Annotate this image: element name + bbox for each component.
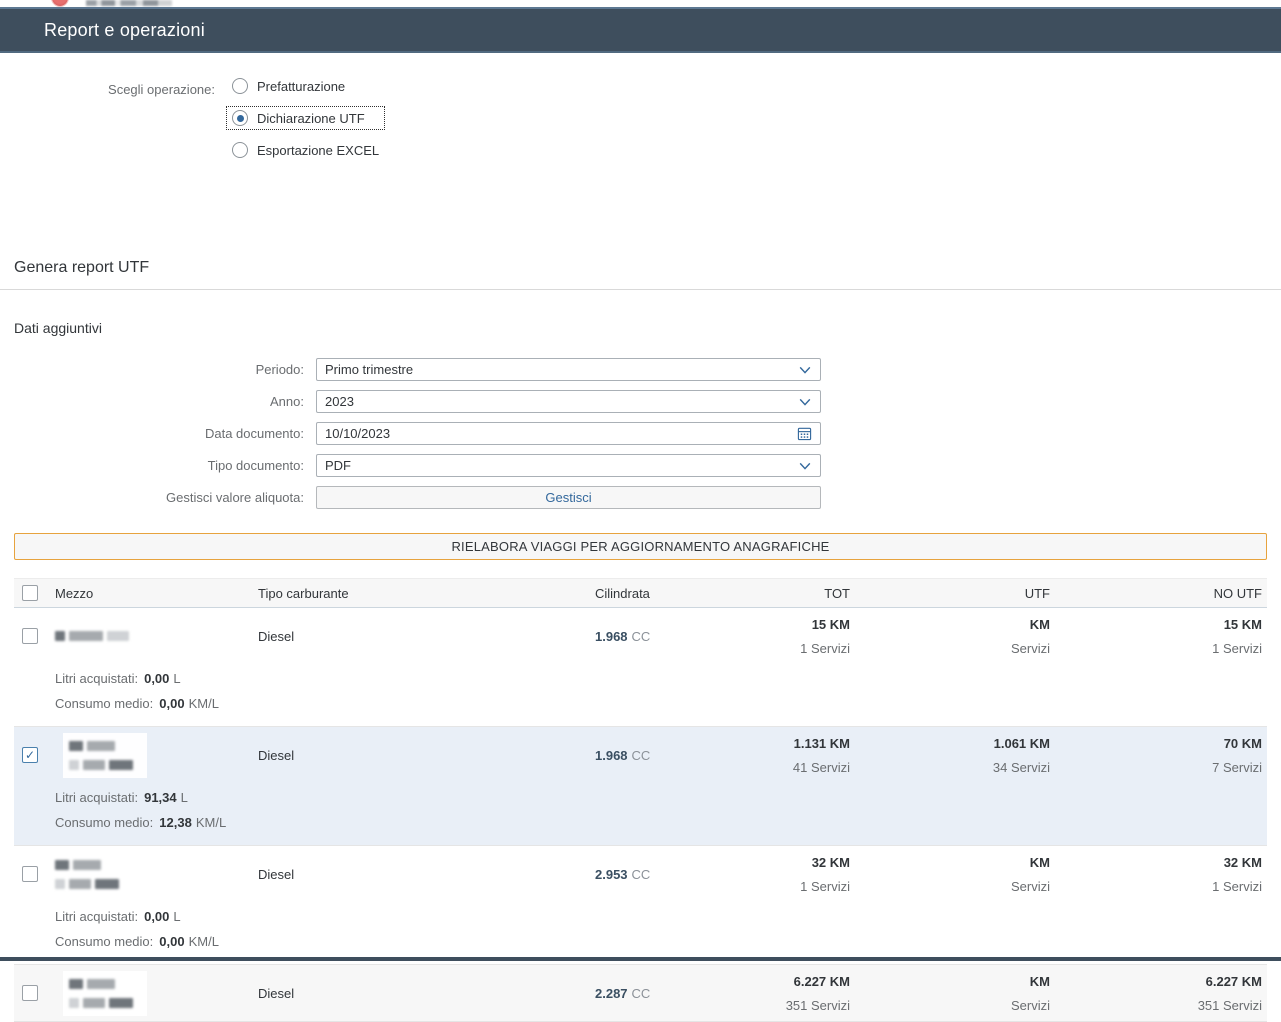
col-header-cilindrata: Cilindrata (595, 586, 675, 601)
utf-cell: KMServizi (855, 612, 1055, 661)
chevron-down-icon (798, 459, 812, 473)
cc-unit: CC (632, 867, 651, 882)
litri-acquistati-line: Litri acquistati:0,00L (55, 666, 1267, 691)
radio-option-prefatturazione[interactable]: Prefatturazione (227, 75, 384, 97)
tipo-documento-label: Tipo documento: (0, 458, 316, 473)
periodo-value: Primo trimestre (325, 362, 798, 377)
radio-option-dichiarazione-utf[interactable]: Dichiarazione UTF (227, 107, 384, 129)
tot-cell: 15 KM1 Servizi (675, 612, 855, 661)
section-divider (0, 289, 1281, 290)
mezzo-redacted (63, 971, 147, 1016)
page-title: Report e operazioni (44, 20, 205, 41)
vehicles-table: Mezzo Tipo carburante Cilindrata TOT UTF… (14, 578, 1267, 1022)
subsection-title: Dati aggiuntivi (14, 320, 1267, 336)
masthead-redacted-text (86, 0, 172, 6)
col-header-tot: TOT (675, 586, 855, 601)
row-details: Litri acquistati:0,00L Consumo medio:0,0… (14, 902, 1267, 964)
cc-unit: CC (632, 748, 651, 763)
utf-cell: 1.061 KM34 Servizi (855, 731, 1055, 780)
cilindrata-value: 1.968CC (595, 629, 675, 644)
litri-acquistati-line: Litri acquistati:0,00L (55, 904, 1267, 929)
radio-selected-icon[interactable] (232, 110, 248, 126)
radio-label: Dichiarazione UTF (257, 111, 365, 126)
row-checkbox[interactable]: ✓ (22, 747, 38, 763)
operation-selector: Scegli operazione: Prefatturazione Dichi… (14, 75, 1267, 171)
consumo-medio-line: Consumo medio:0,00KM/L (55, 691, 1267, 716)
table-row[interactable]: ✓ Diesel 1.968CC 1.131 KM41 Servizi 1.06… (14, 727, 1267, 846)
radio-label: Esportazione EXCEL (257, 143, 379, 158)
gestisci-button[interactable]: Gestisci (316, 486, 821, 509)
tot-cell: 32 KM1 Servizi (675, 850, 855, 899)
anno-select[interactable]: 2023 (316, 390, 821, 413)
periodo-select[interactable]: Primo trimestre (316, 358, 821, 381)
table-row[interactable]: Diesel 2.953CC 32 KM1 Servizi KMServizi … (14, 846, 1267, 965)
tipo-documento-select[interactable]: PDF (316, 454, 821, 477)
anno-value: 2023 (325, 394, 798, 409)
radio-icon[interactable] (232, 142, 248, 158)
operation-label: Scegli operazione: (14, 75, 215, 171)
tot-cell: 1.131 KM41 Servizi (675, 731, 855, 780)
cc-unit: CC (632, 629, 651, 644)
no-utf-cell: 15 KM1 Servizi (1055, 612, 1267, 661)
no-utf-cell: 6.227 KM351 Servizi (1055, 969, 1267, 1018)
app-logo-icon (52, 0, 68, 6)
mezzo-redacted (63, 733, 147, 778)
col-header-no-utf: NO UTF (1055, 586, 1267, 601)
mezzo-redacted (55, 860, 258, 889)
gestisci-aliquota-label: Gestisci valore aliquota: (0, 490, 316, 505)
utf-cell: KMServizi (855, 969, 1055, 1018)
col-header-utf: UTF (855, 586, 1055, 601)
radio-icon[interactable] (232, 78, 248, 94)
periodo-label: Periodo: (0, 362, 316, 377)
table-row[interactable]: Diesel 2.287CC 6.227 KM351 Servizi KMSer… (14, 965, 1267, 1022)
fuel-type: Diesel (258, 867, 595, 882)
chevron-down-icon (798, 363, 812, 377)
cc-unit: CC (632, 986, 651, 1001)
rielabora-viaggi-button[interactable]: RIELABORA VIAGGI PER AGGIORNAMENTO ANAGR… (14, 533, 1267, 560)
tipo-documento-value: PDF (325, 458, 798, 473)
page-header: Report e operazioni (0, 7, 1281, 53)
calendar-icon[interactable] (797, 426, 812, 441)
masthead (0, 0, 1281, 7)
fuel-type: Diesel (258, 986, 595, 1001)
data-documento-input[interactable]: 10/10/2023 (316, 422, 821, 445)
row-checkbox[interactable] (22, 866, 38, 882)
utf-cell: KMServizi (855, 850, 1055, 899)
no-utf-cell: 32 KM1 Servizi (1055, 850, 1267, 899)
tot-cell: 6.227 KM351 Servizi (675, 969, 855, 1018)
no-utf-cell: 70 KM7 Servizi (1055, 731, 1267, 780)
cilindrata-value: 1.968CC (595, 748, 675, 763)
report-form: Periodo: Primo trimestre Anno: 2023 Data… (0, 358, 1281, 509)
data-documento-value: 10/10/2023 (325, 426, 797, 441)
litri-acquistati-line: Litri acquistati:91,34L (55, 785, 1267, 810)
fuel-type: Diesel (258, 748, 595, 763)
chevron-down-icon (798, 395, 812, 409)
cilindrata-value: 2.287CC (595, 986, 675, 1001)
anno-label: Anno: (0, 394, 316, 409)
cilindrata-value: 2.953CC (595, 867, 675, 882)
row-details: Litri acquistati:0,00L Consumo medio:0,0… (14, 664, 1267, 726)
radio-label: Prefatturazione (257, 79, 345, 94)
row-details: Litri acquistati:91,34L Consumo medio:12… (14, 783, 1267, 845)
row-checkbox[interactable] (22, 628, 38, 644)
table-header: Mezzo Tipo carburante Cilindrata TOT UTF… (14, 578, 1267, 608)
consumo-medio-line: Consumo medio:0,00KM/L (55, 929, 1267, 954)
window-bottom-edge (0, 957, 1281, 961)
data-documento-label: Data documento: (0, 426, 316, 441)
fuel-type: Diesel (258, 629, 595, 644)
consumo-medio-line: Consumo medio:12,38KM/L (55, 810, 1267, 835)
col-header-tipo-carburante: Tipo carburante (258, 586, 595, 601)
section-title: Genera report UTF (14, 259, 1267, 277)
select-all-checkbox[interactable] (22, 585, 38, 601)
row-checkbox[interactable] (22, 985, 38, 1001)
col-header-mezzo: Mezzo (55, 586, 258, 601)
table-row[interactable]: Diesel 1.968CC 15 KM1 Servizi KMServizi … (14, 608, 1267, 727)
mezzo-redacted (55, 631, 258, 641)
radio-option-esportazione-excel[interactable]: Esportazione EXCEL (227, 139, 384, 161)
